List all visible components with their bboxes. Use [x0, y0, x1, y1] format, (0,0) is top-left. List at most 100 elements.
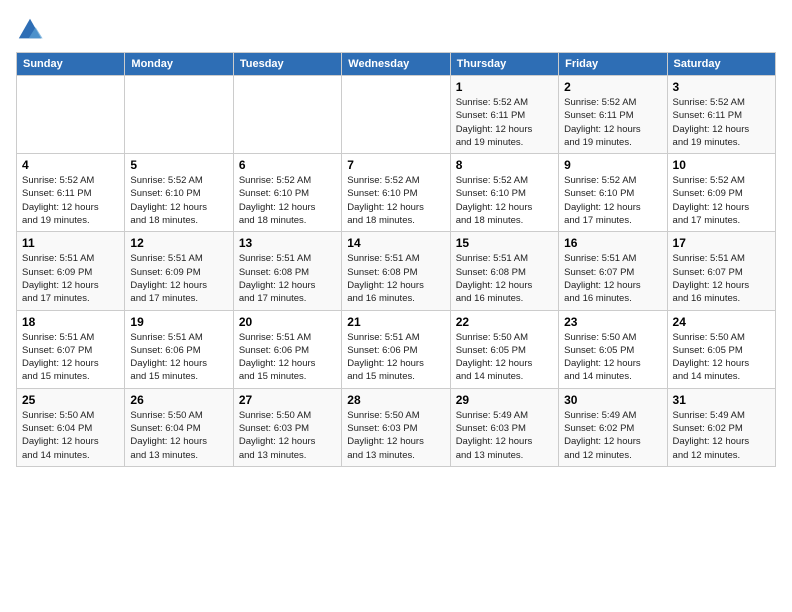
day-info: Sunrise: 5:51 AMSunset: 6:09 PMDaylight:…: [130, 252, 227, 305]
calendar-cell: 6Sunrise: 5:52 AMSunset: 6:10 PMDaylight…: [233, 154, 341, 232]
day-number: 13: [239, 236, 336, 250]
calendar-cell: 14 Sunrise: 5:51 AMSunset: 6:08 PMDayligh…: [342, 232, 450, 310]
day-info: Sunrise: 5:51 AMSunset: 6:08 PMDaylight:…: [239, 252, 336, 305]
day-info: Sunrise: 5:51 AMSunset: 6:06 PMDaylight:…: [347, 331, 444, 384]
day-info: Sunrise: 5:50 AMSunset: 6:05 PMDaylight:…: [673, 331, 770, 384]
day-header-saturday: Saturday: [667, 53, 775, 76]
day-number: 21: [347, 315, 444, 329]
day-info: Sunrise: 5:52 AMSunset: 6:11 PMDaylight:…: [564, 96, 661, 149]
calendar-cell: 15Sunrise: 5:51 AMSunset: 6:08 PMDayligh…: [450, 232, 558, 310]
day-number: 19: [130, 315, 227, 329]
day-number: 22: [456, 315, 553, 329]
calendar-cell: 26 Sunrise: 5:50 AMSunset: 6:04 PMDayligh…: [125, 388, 233, 466]
day-info: Sunrise: 5:51 AMSunset: 6:08 PMDaylight:…: [456, 252, 553, 305]
calendar-cell: [125, 76, 233, 154]
calendar-cell: 19 Sunrise: 5:51 AMSunset: 6:06 PMDayligh…: [125, 310, 233, 388]
day-number: 1: [456, 80, 553, 94]
day-info: Sunrise: 5:50 AMSunset: 6:05 PMDaylight:…: [456, 331, 553, 384]
day-info: Sunrise: 5:50 AMSunset: 6:03 PMDaylight:…: [239, 409, 336, 462]
calendar-cell: 25Sunrise: 5:50 AMSunset: 6:04 PMDayligh…: [17, 388, 125, 466]
calendar-table: SundayMondayTuesdayWednesdayThursdayFrid…: [16, 52, 776, 467]
calendar-header-row: SundayMondayTuesdayWednesdayThursdayFrid…: [17, 53, 776, 76]
day-number: 2: [564, 80, 661, 94]
day-header-tuesday: Tuesday: [233, 53, 341, 76]
calendar-cell: 4 Sunrise: 5:52 AMSunset: 6:11 PMDaylight…: [17, 154, 125, 232]
calendar-week-row: 11 Sunrise: 5:51 AMSunset: 6:09 PMDayligh…: [17, 232, 776, 310]
calendar-cell: 22 Sunrise: 5:50 AMSunset: 6:05 PMDayligh…: [450, 310, 558, 388]
calendar-cell: 24 Sunrise: 5:50 AMSunset: 6:05 PMDayligh…: [667, 310, 775, 388]
day-info: Sunrise: 5:49 AMSunset: 6:03 PMDaylight:…: [456, 409, 553, 462]
calendar-cell: 23 Sunrise: 5:50 AMSunset: 6:05 PMDayligh…: [559, 310, 667, 388]
day-number: 17: [673, 236, 770, 250]
day-number: 30: [564, 393, 661, 407]
calendar-cell: 8Sunrise: 5:52 AMSunset: 6:10 PMDaylight…: [450, 154, 558, 232]
day-number: 10: [673, 158, 770, 172]
day-number: 16: [564, 236, 661, 250]
calendar-cell: 31 Sunrise: 5:49 AMSunset: 6:02 PMDayligh…: [667, 388, 775, 466]
day-info: Sunrise: 5:51 AMSunset: 6:06 PMDaylight:…: [130, 331, 227, 384]
logo: [16, 16, 48, 44]
day-number: 23: [564, 315, 661, 329]
logo-icon: [16, 16, 44, 44]
page-header: [16, 16, 776, 44]
day-number: 8: [456, 158, 553, 172]
day-number: 24: [673, 315, 770, 329]
day-header-sunday: Sunday: [17, 53, 125, 76]
day-info: Sunrise: 5:52 AMSunset: 6:11 PMDaylight:…: [22, 174, 119, 227]
calendar-cell: 9 Sunrise: 5:52 AMSunset: 6:10 PMDaylight…: [559, 154, 667, 232]
day-number: 20: [239, 315, 336, 329]
calendar-cell: 30Sunrise: 5:49 AMSunset: 6:02 PMDayligh…: [559, 388, 667, 466]
calendar-week-row: 4 Sunrise: 5:52 AMSunset: 6:11 PMDaylight…: [17, 154, 776, 232]
day-info: Sunrise: 5:51 AMSunset: 6:09 PMDaylight:…: [22, 252, 119, 305]
day-header-thursday: Thursday: [450, 53, 558, 76]
calendar-cell: 2 Sunrise: 5:52 AMSunset: 6:11 PMDaylight…: [559, 76, 667, 154]
day-info: Sunrise: 5:50 AMSunset: 6:03 PMDaylight:…: [347, 409, 444, 462]
calendar-cell: 29 Sunrise: 5:49 AMSunset: 6:03 PMDayligh…: [450, 388, 558, 466]
day-info: Sunrise: 5:51 AMSunset: 6:08 PMDaylight:…: [347, 252, 444, 305]
day-info: Sunrise: 5:52 AMSunset: 6:10 PMDaylight:…: [239, 174, 336, 227]
day-info: Sunrise: 5:49 AMSunset: 6:02 PMDaylight:…: [673, 409, 770, 462]
calendar-cell: [233, 76, 341, 154]
calendar-cell: [17, 76, 125, 154]
calendar-cell: 11 Sunrise: 5:51 AMSunset: 6:09 PMDayligh…: [17, 232, 125, 310]
day-info: Sunrise: 5:51 AMSunset: 6:06 PMDaylight:…: [239, 331, 336, 384]
day-info: Sunrise: 5:52 AMSunset: 6:10 PMDaylight:…: [130, 174, 227, 227]
calendar-cell: 18Sunrise: 5:51 AMSunset: 6:07 PMDayligh…: [17, 310, 125, 388]
calendar-week-row: 18Sunrise: 5:51 AMSunset: 6:07 PMDayligh…: [17, 310, 776, 388]
calendar-cell: 10 Sunrise: 5:52 AMSunset: 6:09 PMDayligh…: [667, 154, 775, 232]
day-number: 31: [673, 393, 770, 407]
day-number: 29: [456, 393, 553, 407]
calendar-cell: 21 Sunrise: 5:51 AMSunset: 6:06 PMDayligh…: [342, 310, 450, 388]
day-number: 7: [347, 158, 444, 172]
day-number: 26: [130, 393, 227, 407]
calendar-cell: 16 Sunrise: 5:51 AMSunset: 6:07 PMDayligh…: [559, 232, 667, 310]
calendar-week-row: 1 Sunrise: 5:52 AMSunset: 6:11 PMDaylight…: [17, 76, 776, 154]
day-info: Sunrise: 5:50 AMSunset: 6:04 PMDaylight:…: [22, 409, 119, 462]
day-info: Sunrise: 5:52 AMSunset: 6:11 PMDaylight:…: [456, 96, 553, 149]
day-number: 11: [22, 236, 119, 250]
day-info: Sunrise: 5:52 AMSunset: 6:10 PMDaylight:…: [564, 174, 661, 227]
calendar-cell: 3 Sunrise: 5:52 AMSunset: 6:11 PMDaylight…: [667, 76, 775, 154]
day-header-monday: Monday: [125, 53, 233, 76]
day-info: Sunrise: 5:50 AMSunset: 6:05 PMDaylight:…: [564, 331, 661, 384]
calendar-cell: 13 Sunrise: 5:51 AMSunset: 6:08 PMDayligh…: [233, 232, 341, 310]
day-number: 28: [347, 393, 444, 407]
day-info: Sunrise: 5:51 AMSunset: 6:07 PMDaylight:…: [673, 252, 770, 305]
calendar-cell: 28 Sunrise: 5:50 AMSunset: 6:03 PMDayligh…: [342, 388, 450, 466]
day-info: Sunrise: 5:51 AMSunset: 6:07 PMDaylight:…: [564, 252, 661, 305]
day-header-wednesday: Wednesday: [342, 53, 450, 76]
day-number: 14: [347, 236, 444, 250]
day-info: Sunrise: 5:50 AMSunset: 6:04 PMDaylight:…: [130, 409, 227, 462]
day-number: 3: [673, 80, 770, 94]
calendar-cell: 1 Sunrise: 5:52 AMSunset: 6:11 PMDaylight…: [450, 76, 558, 154]
calendar-cell: 5 Sunrise: 5:52 AMSunset: 6:10 PMDaylight…: [125, 154, 233, 232]
day-number: 4: [22, 158, 119, 172]
day-info: Sunrise: 5:51 AMSunset: 6:07 PMDaylight:…: [22, 331, 119, 384]
day-number: 9: [564, 158, 661, 172]
day-info: Sunrise: 5:52 AMSunset: 6:09 PMDaylight:…: [673, 174, 770, 227]
day-info: Sunrise: 5:52 AMSunset: 6:11 PMDaylight:…: [673, 96, 770, 149]
day-number: 5: [130, 158, 227, 172]
calendar-cell: 17 Sunrise: 5:51 AMSunset: 6:07 PMDayligh…: [667, 232, 775, 310]
day-info: Sunrise: 5:52 AMSunset: 6:10 PMDaylight:…: [347, 174, 444, 227]
calendar-cell: 27Sunrise: 5:50 AMSunset: 6:03 PMDayligh…: [233, 388, 341, 466]
